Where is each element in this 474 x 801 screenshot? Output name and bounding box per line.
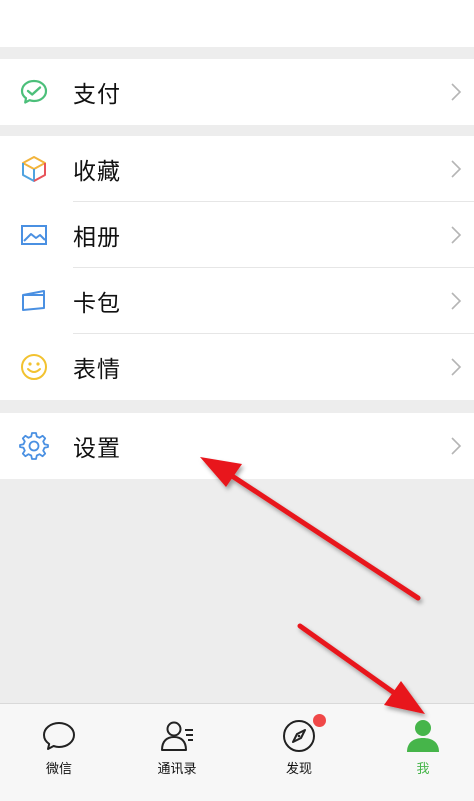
menu-item-favorites[interactable]: 收藏: [0, 136, 474, 202]
tab-label-me: 我: [416, 762, 430, 777]
pay-group: 支付: [0, 59, 474, 125]
menu-label-favorites: 收藏: [73, 159, 121, 185]
favorites-cube-icon: [22, 156, 46, 182]
menu-label-pay: 支付: [73, 82, 121, 108]
chevron-right-icon: [451, 160, 462, 178]
menu-label-settings: 设置: [73, 436, 121, 462]
profile-card-bottom[interactable]: [0, 0, 474, 47]
menu-item-pay[interactable]: 支付: [0, 59, 474, 125]
menu-label-album: 相册: [73, 225, 121, 251]
chevron-right-icon: [451, 292, 462, 310]
menu-label-cards: 卡包: [73, 291, 121, 317]
chevron-right-icon: [451, 83, 462, 101]
bottom-tab-bar: 微信 通讯录 发现 我: [0, 703, 474, 801]
notification-dot: [313, 714, 326, 727]
chevron-right-icon: [451, 226, 462, 244]
tab-label-discover: 发现: [285, 762, 312, 777]
tab-discover[interactable]: 发现: [240, 704, 358, 801]
smiley-icon: [21, 354, 47, 380]
menu-item-cards[interactable]: 卡包: [0, 268, 474, 334]
gear-icon: [19, 432, 49, 460]
tab-contacts[interactable]: 通讯录: [118, 704, 236, 801]
chat-bubble-icon: [43, 722, 75, 750]
compass-icon: [283, 720, 315, 752]
services-group: 收藏 相册 卡包 表情: [0, 136, 474, 400]
chevron-right-icon: [451, 437, 462, 455]
menu-item-settings[interactable]: 设置: [0, 413, 474, 479]
tab-chats[interactable]: 微信: [0, 704, 118, 801]
menu-item-stickers[interactable]: 表情: [0, 334, 474, 400]
settings-group: 设置: [0, 413, 474, 479]
tab-me[interactable]: 我: [364, 704, 474, 801]
arrow-to-me-tab: [297, 623, 425, 714]
menu-item-album[interactable]: 相册: [0, 202, 474, 268]
wechat-pay-icon: [20, 79, 48, 104]
person-icon: [407, 720, 439, 752]
album-picture-icon: [21, 225, 47, 245]
chevron-right-icon: [451, 358, 462, 376]
contacts-icon: [161, 721, 193, 751]
menu-label-stickers: 表情: [73, 357, 121, 383]
tab-label-contacts: 通讯录: [157, 762, 197, 777]
card-wallet-icon: [22, 290, 45, 311]
tab-label-chats: 微信: [45, 762, 72, 777]
